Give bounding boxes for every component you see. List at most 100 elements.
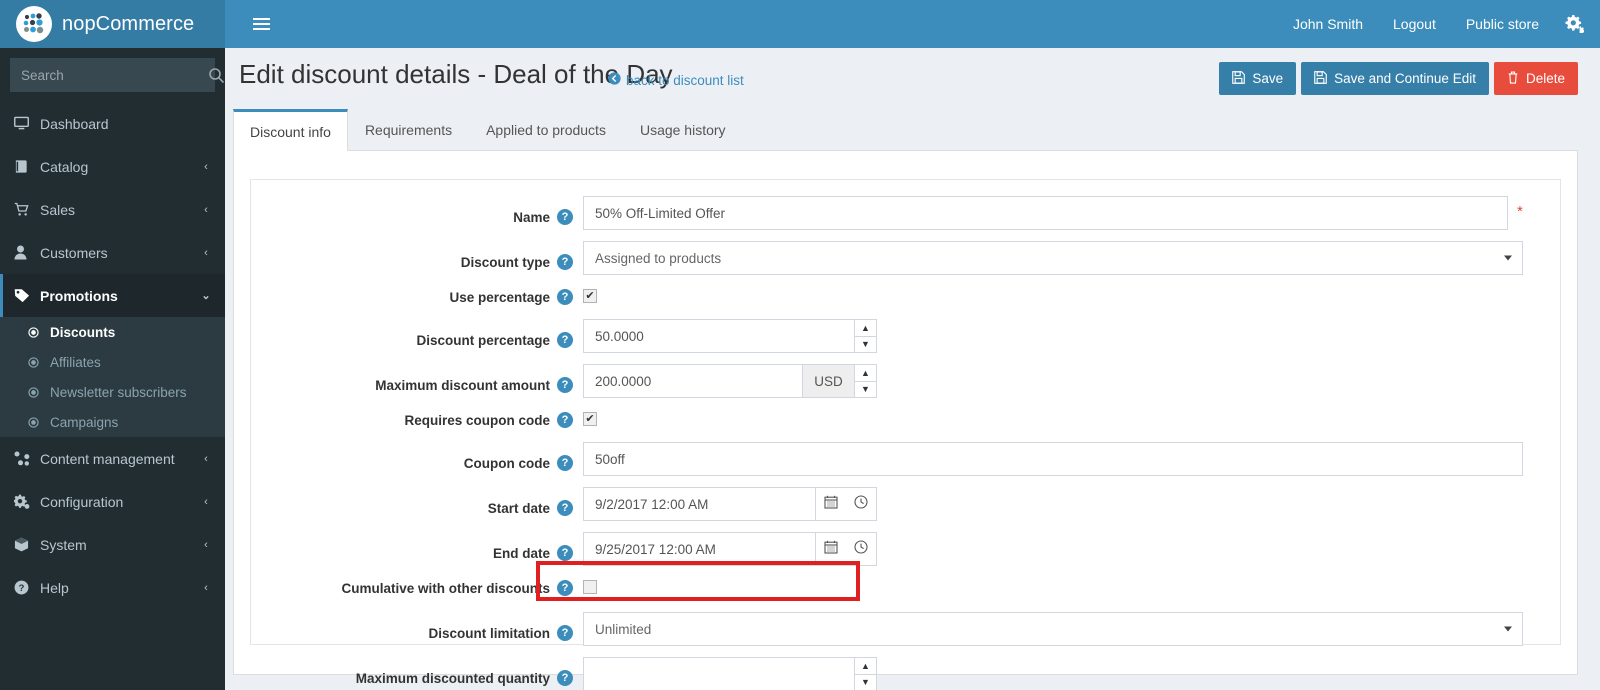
field-row-use-percentage: Use percentage ?	[251, 286, 1560, 308]
discount-form: Name ? * Discount type ?	[250, 179, 1561, 690]
sidebar-item-label: Help	[40, 579, 69, 596]
save-and-continue-edit-button[interactable]: Save and Continue Edit	[1301, 62, 1489, 95]
floppy-disk-icon	[1232, 70, 1246, 87]
sidebar-item-help[interactable]: ? Help ‹	[0, 566, 225, 609]
user-menu-link[interactable]: John Smith	[1278, 0, 1378, 48]
save-button[interactable]: Save	[1219, 62, 1297, 95]
field-row-maximum-discount-amount: Maximum discount amount ? USD ▲ ▼	[251, 364, 1560, 398]
save-button-label: Save	[1252, 71, 1284, 86]
start-date-input[interactable]	[583, 487, 815, 521]
discount-percentage-stepper[interactable]: ▲ ▼	[583, 319, 877, 353]
discount-limitation-select[interactable]: Unlimited	[583, 612, 1523, 646]
discount-percentage-input[interactable]	[583, 319, 854, 353]
stepper-up-icon[interactable]: ▲	[854, 657, 877, 675]
content-area: Edit discount details - Deal of the Day …	[225, 48, 1600, 690]
stepper-down-icon[interactable]: ▼	[854, 381, 877, 398]
discount-type-select[interactable]: Assigned to products	[583, 241, 1523, 275]
search-icon[interactable]	[208, 59, 225, 91]
discount-limitation-value: Unlimited	[595, 621, 652, 637]
maximum-discount-amount-stepper[interactable]: USD ▲ ▼	[583, 364, 877, 398]
tab-discount-info[interactable]: Discount info	[233, 109, 348, 151]
tab-requirements[interactable]: Requirements	[348, 108, 469, 150]
svg-text:?: ?	[19, 583, 25, 593]
calendar-icon[interactable]	[824, 495, 838, 514]
field-row-discount-type: Discount type ? Assigned to products	[251, 241, 1560, 275]
sidebar-item-label: Customers	[40, 244, 108, 261]
maximum-discounted-quantity-input[interactable]	[583, 657, 854, 690]
required-asterisk: *	[1517, 203, 1523, 220]
help-icon[interactable]: ?	[557, 377, 573, 393]
sidebar-item-label: Promotions	[40, 287, 118, 304]
user-icon	[14, 245, 40, 260]
discount-type-value: Assigned to products	[595, 250, 722, 266]
sidebar-item-dashboard[interactable]: Dashboard	[0, 102, 225, 145]
back-link-label: back to discount list	[626, 72, 744, 88]
promotions-submenu: Discounts Affiliates Newsletter subscrib…	[0, 317, 225, 437]
requires-coupon-code-checkbox[interactable]	[583, 412, 597, 426]
tab-applied-to-products[interactable]: Applied to products	[469, 108, 623, 150]
discount-limitation-label: Discount limitation ?	[251, 612, 583, 646]
field-row-coupon-code: Coupon code ?	[251, 442, 1560, 476]
sidebar-item-customers[interactable]: Customers ‹	[0, 231, 225, 274]
use-percentage-checkbox[interactable]	[583, 289, 597, 303]
logout-link[interactable]: Logout	[1378, 0, 1451, 48]
public-store-link[interactable]: Public store	[1451, 0, 1554, 48]
stepper-up-icon[interactable]: ▲	[854, 364, 877, 382]
stepper-buttons: ▲ ▼	[854, 657, 877, 690]
end-date-label: End date ?	[251, 532, 583, 566]
chevron-icon: ‹	[204, 203, 208, 216]
end-date-picker-buttons	[815, 532, 877, 566]
gears-icon[interactable]	[1554, 0, 1600, 48]
dot-circle-icon	[28, 416, 50, 428]
sidebar-item-discounts[interactable]: Discounts	[0, 317, 225, 347]
back-to-discount-list-link[interactable]: back to discount list	[608, 72, 744, 88]
clock-icon[interactable]	[854, 539, 868, 559]
stepper-down-icon[interactable]: ▼	[854, 336, 877, 353]
stepper-up-icon[interactable]: ▲	[854, 319, 877, 337]
help-icon[interactable]: ?	[557, 332, 573, 348]
start-date-picker[interactable]	[583, 487, 877, 521]
help-icon[interactable]: ?	[557, 500, 573, 516]
search-input[interactable]	[11, 67, 208, 83]
help-icon[interactable]: ?	[557, 254, 573, 270]
clock-icon[interactable]	[854, 494, 868, 514]
stepper-down-icon[interactable]: ▼	[854, 674, 877, 690]
field-row-cumulative-with-other-discounts: Cumulative with other discounts ?	[251, 577, 1560, 599]
discount-type-label: Discount type ?	[251, 241, 583, 275]
help-icon[interactable]: ?	[557, 289, 573, 305]
help-icon[interactable]: ?	[557, 412, 573, 428]
name-input[interactable]	[583, 196, 1508, 230]
end-date-picker[interactable]	[583, 532, 877, 566]
help-icon[interactable]: ?	[557, 545, 573, 561]
maximum-discount-amount-label: Maximum discount amount ?	[251, 364, 583, 398]
help-icon[interactable]: ?	[557, 580, 573, 596]
sidebar-item-content-management[interactable]: Content management ‹	[0, 437, 225, 480]
coupon-code-input[interactable]	[583, 442, 1523, 476]
sidebar-search[interactable]	[10, 58, 225, 92]
help-icon[interactable]: ?	[557, 209, 573, 225]
cumulative-with-other-discounts-checkbox[interactable]	[583, 580, 597, 594]
end-date-input[interactable]	[583, 532, 815, 566]
maximum-discounted-quantity-stepper[interactable]: ▲ ▼	[583, 657, 877, 690]
sidebar-item-campaigns[interactable]: Campaigns	[0, 407, 225, 437]
sidebar-item-affiliates[interactable]: Affiliates	[0, 347, 225, 377]
chevron-icon: ‹	[204, 538, 208, 551]
sidebar-item-promotions[interactable]: Promotions ⌄	[0, 274, 225, 317]
maximum-discount-amount-input[interactable]	[583, 364, 802, 398]
chevron-down-icon: ⌄	[201, 290, 211, 302]
sidebar-item-catalog[interactable]: Catalog ‹	[0, 145, 225, 188]
sidebar-item-sales[interactable]: Sales ‹	[0, 188, 225, 231]
delete-button[interactable]: Delete	[1493, 62, 1578, 95]
sidebar-subitem-label: Campaigns	[50, 414, 119, 430]
help-icon[interactable]: ?	[557, 670, 573, 686]
tab-usage-history[interactable]: Usage history	[623, 108, 743, 150]
sidebar-item-system[interactable]: System ‹	[0, 523, 225, 566]
sidebar-item-newsletter-subscribers[interactable]: Newsletter subscribers	[0, 377, 225, 407]
help-icon[interactable]: ?	[557, 625, 573, 641]
brand-logo-area[interactable]: nopCommerce	[0, 0, 225, 48]
sidebar-item-configuration[interactable]: Configuration ‹	[0, 480, 225, 523]
requires-coupon-code-label: Requires coupon code ?	[251, 409, 583, 431]
hamburger-menu-icon[interactable]	[240, 0, 282, 48]
help-icon[interactable]: ?	[557, 455, 573, 471]
calendar-icon[interactable]	[824, 540, 838, 559]
